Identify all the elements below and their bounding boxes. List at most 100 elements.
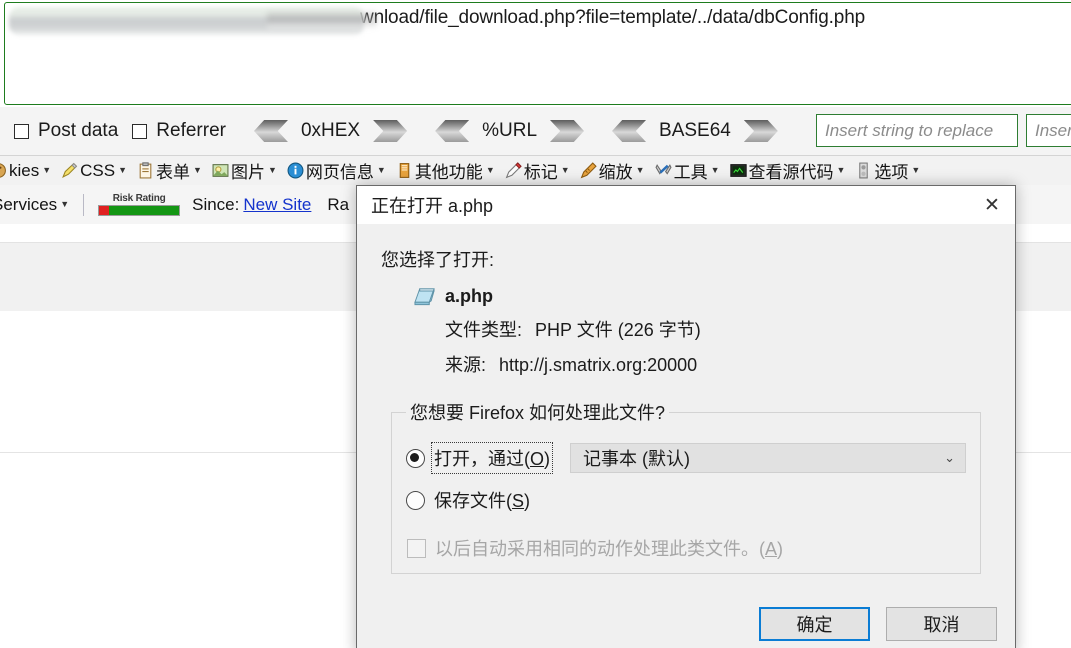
dialog-title: 正在打开 a.php [371,196,494,216]
referrer-checkbox-group[interactable]: Referrer [132,120,226,142]
base64-encoder-group: BASE64 [612,120,778,142]
save-file-radio[interactable] [406,490,425,510]
menu-resize-label: 缩放 [598,163,633,182]
file-type-key: 文件类型: [445,320,523,340]
application-combobox[interactable]: 记事本 (默认) ⌄ [570,443,966,473]
menu-resize[interactable]: 缩放 ▼ [580,158,645,183]
menu-page-info-label: 网页信息 [305,163,374,182]
open-with-accel: O [530,449,545,469]
menu-css-label: CSS [80,160,116,180]
view-source-icon [729,164,747,177]
menu-options[interactable]: 选项 ▼ [855,158,920,183]
webdev-toolbar: kies ▼ CSS ▼ 表单 ▼ 图片 ▼ 网页信息 ▼ 其他功能 ▼ 标记 … [0,155,1071,186]
chevron-down-icon: ▼ [836,165,846,175]
services-menu-label[interactable]: Services [0,195,57,215]
file-source-value: http://j.smatrix.org:20000 [499,355,698,375]
chevron-down-icon: ▼ [193,165,202,175]
risk-rating-bar [98,205,181,216]
dialog-body: 您选择了打开: a.php 文件类型: PHP 文件 (226 字节) 来源: … [357,224,1015,574]
page-info-icon [287,162,304,179]
open-with-option-row: 打开，通过(O) 记事本 (默认) ⌄ [406,442,966,474]
notepad-file-icon [414,288,435,306]
options-icon [859,162,869,179]
remember-choice-suffix: ) [777,539,784,559]
menu-cookies[interactable]: kies ▼ [0,161,51,181]
remember-choice-accel: A [765,539,778,559]
save-file-label-text: 保存文件( [434,491,512,511]
open-with-radio[interactable] [406,448,425,468]
risk-rating-widget[interactable]: Risk Rating [98,193,181,216]
resize-ruler-icon [580,162,597,179]
save-file-accel: S [512,491,525,511]
url-decode-arrow-icon[interactable] [435,120,470,142]
postdata-label: Post data [38,120,119,141]
referrer-checkbox[interactable] [132,123,148,139]
close-icon[interactable]: ✕ [969,186,1015,224]
file-source-row: 来源: http://j.smatrix.org:20000 [445,351,993,377]
new-site-link[interactable]: New Site [243,195,311,215]
ok-button[interactable]: 确定 [759,607,870,641]
open-with-label-text: 打开，通过( [434,449,530,469]
since-trailing-text: Ra [327,194,350,214]
open-with-label-suffix: ) [544,449,551,469]
file-name: a.php [445,286,493,306]
url-label: %URL [482,120,538,141]
menu-cookies-label: kies [9,160,40,180]
screen: wnload/file_download.php?file=template/.… [0,0,1071,648]
chevron-down-icon: ▼ [560,165,570,175]
save-file-label-suffix: ) [524,491,531,511]
menu-page-info[interactable]: 网页信息 ▼ [287,158,386,183]
since-label: Since: [192,194,240,214]
form-clipboard-icon [139,162,152,179]
file-type-value: PHP 文件 (226 字节) [535,320,701,340]
replace-string-placeholder: Insert string to replace [825,120,994,140]
url-encode-arrow-icon[interactable] [550,120,585,142]
menu-options-label: 选项 [874,163,909,182]
menu-outline-label: 标记 [523,163,558,182]
risk-bar-green-segment [109,206,180,215]
menu-forms[interactable]: 表单 ▼ [137,158,202,183]
url-textarea[interactable]: wnload/file_download.php?file=template/.… [4,2,1071,105]
menu-css[interactable]: CSS ▼ [61,161,127,181]
replace-string-input-secondary[interactable]: Insert [1026,114,1071,147]
chevron-down-icon: ▼ [42,165,52,175]
menu-images-label: 图片 [230,163,265,182]
chose-line: 您选择了打开: [381,250,495,270]
hex-label: 0xHEX [300,120,361,141]
base64-decode-arrow-icon[interactable] [612,120,647,142]
toolbar-divider [83,193,85,216]
menu-outline[interactable]: 标记 ▼ [505,158,570,183]
postdata-checkbox[interactable] [14,123,29,139]
file-source-key: 来源: [445,355,487,375]
open-with-label: 打开，通过(O) [430,442,554,474]
chevron-down-icon: ▼ [485,165,495,175]
remember-choice-row: 以后自动采用相同的动作处理此类文件。(A) [407,535,966,561]
application-combobox-value: 记事本 (默认) [583,449,691,469]
misc-icon [399,163,410,178]
chevron-down-icon: ⌄ [944,450,955,465]
menu-tools-label: 工具 [673,163,708,182]
url-encoder-group: %URL [435,120,585,142]
menu-tools[interactable]: 工具 ▼ [655,158,720,183]
tools-wrench-icon [655,164,672,175]
save-file-label: 保存文件(S) [434,487,530,513]
menu-images[interactable]: 图片 ▼ [212,158,277,183]
cookie-icon [0,163,6,178]
cancel-button[interactable]: 取消 [886,607,997,641]
base64-encode-arrow-icon[interactable] [743,120,778,142]
replace-string-input[interactable]: Insert string to replace [816,114,1018,147]
hex-decode-arrow-icon[interactable] [253,120,288,142]
hex-encoder-group: 0xHEX [253,120,408,142]
chevron-down-icon: ▼ [118,165,128,175]
remember-choice-checkbox[interactable] [407,538,426,558]
postdata-checkbox-group[interactable]: Post data [14,120,118,142]
chevron-down-icon: ▼ [635,165,645,175]
menu-view-source[interactable]: 查看源代码 ▼ [729,158,846,183]
open-file-dialog: 正在打开 a.php ✕ 您选择了打开: a.php 文件类型: PHP 文件 … [356,185,1016,648]
menu-misc[interactable]: 其他功能 ▼ [396,158,495,183]
file-type-row: 文件类型: PHP 文件 (226 字节) [445,316,993,342]
referrer-label: Referrer [156,120,226,141]
base64-label: BASE64 [659,120,731,141]
chevron-down-icon: ▼ [60,199,70,209]
hex-encode-arrow-icon[interactable] [373,120,408,142]
